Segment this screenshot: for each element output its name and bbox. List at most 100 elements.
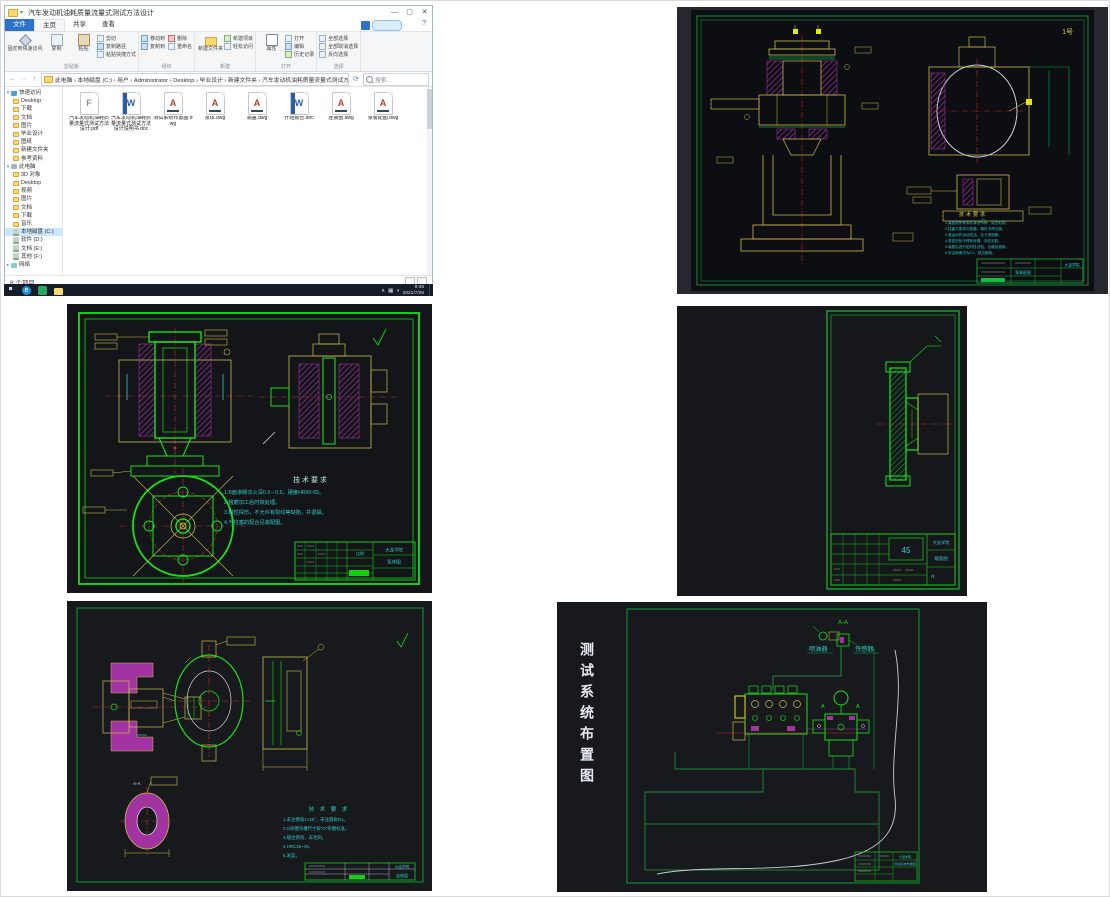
file-item[interactable]: A 连接盘.dwg [321,92,361,122]
open-button[interactable]: 打开 [285,35,314,42]
scrollbar-thumb[interactable] [427,89,432,129]
start-button[interactable] [9,287,13,291]
sidebar-section-this-pc[interactable]: ▾ 此电脑 [5,163,62,171]
sidebar-item-videos[interactable]: 视频 [5,187,62,195]
assembly-drawing: 1号 技术要求 1.装配前所有零件清洗干净，除去毛刺。 2.柱塞与泵体孔配磨，偶… [691,10,1094,291]
svg-text:2.柱塞与泵体孔配磨，偶件不得互换。: 2.柱塞与泵体孔配磨，偶件不得互换。 [945,226,1006,231]
sidebar-section-network[interactable]: ▸ 网络 [5,261,62,269]
refresh-icon[interactable]: ⟳ [351,75,361,83]
svg-text:4.HRC35~40。: 4.HRC35~40。 [283,844,313,849]
sidebar-item-pictures[interactable]: 图片 [5,122,62,130]
tray-expand-icon[interactable]: ∧ [381,288,385,294]
sidebar-item-pc-downloads[interactable]: 下载 [5,212,62,220]
copy-to-button[interactable]: 复制到 [141,43,165,50]
svg-text:2.O形圈沟槽尺寸按"O"形圈标准。: 2.O形圈沟槽尺寸按"O"形圈标准。 [283,825,349,832]
pin-to-quick-access-button[interactable]: 固定到快速访问 [7,33,43,64]
quick-access-toolbar[interactable]: ▾ [5,8,26,17]
file-item[interactable]: F 汽车发动机油耗质量流量式测试方法设计.pdf [69,92,109,133]
edge-browser-icon[interactable]: e [22,286,31,295]
select-all-button[interactable]: 全部选择 [319,35,358,42]
file-item[interactable]: A 泵体.dwg [195,92,235,122]
tab-home[interactable]: 主页 [34,19,65,31]
back-icon[interactable]: ← [8,76,17,83]
invert-selection-button[interactable]: 反向选择 [319,51,358,58]
cut-icon [97,35,104,42]
flange-drawing: A-A 技 术 要 求 1.未注倒角1×45°，未注圆角R1。 2.O形圈沟槽尺… [76,607,424,883]
sidebar-item-music[interactable]: 音乐 [5,220,62,228]
breadcrumb[interactable]: 此电脑 › 本地磁盘 (C:) › 用户 › Administrator › D… [55,75,348,84]
breadcrumb-folder-icon [44,75,53,83]
sidebar-item-desktop[interactable]: Desktop [5,97,62,105]
sidebar-item-drawings[interactable]: 图纸 [5,138,62,146]
sidebar-item-documents[interactable]: 文档 [5,114,62,122]
new-folder-button[interactable]: 新建文件夹 [197,33,224,64]
select-none-button[interactable]: 全部取消选择 [319,43,358,50]
sidebar-item-drive-e[interactable]: 文档 (E:) [5,245,62,253]
copy-path-button[interactable]: 复制路径 [97,43,136,50]
cut-button[interactable]: 剪切 [97,35,136,42]
close-button[interactable]: ✕ [417,6,432,19]
sidebar-item-new-folder[interactable]: 新建文件夹 [5,146,62,154]
cloud-plugin-button[interactable] [361,20,402,31]
dwg-file-icon: A [163,92,183,115]
vertical-scrollbar[interactable] [427,87,432,275]
tab-file[interactable]: 文件 [5,19,34,31]
volume-icon[interactable]: ◖ [396,288,399,294]
tab-view[interactable]: 查看 [94,19,123,31]
sidebar-item-drive-c[interactable]: 本地磁盘 (C:) [5,228,62,237]
sidebar-item-3d-objects[interactable]: 3D 对象 [5,171,62,179]
sidebar-item-thesis[interactable]: 毕业设计 [5,130,62,138]
wps-app-icon[interactable] [38,286,47,295]
svg-text:1.装配前所有零件清洗干净，除去毛刺。: 1.装配前所有零件清洗干净，除去毛刺。 [945,220,1009,225]
search-input[interactable]: 搜索… [363,72,429,86]
tab-share[interactable]: 共享 [65,19,94,31]
svg-text:连接盘: 连接盘 [396,872,408,878]
pump-tech-requirements: 技 术 要 求 1.B面渗碳淬火深0.3－0.6，硬度HR60-65。 2.粗磨… [224,475,327,526]
file-item[interactable]: W 开题报告.doc [279,92,319,122]
flange-detail-view: A-A [119,776,178,857]
file-item[interactable]: A 测试系统布置图.dwg [153,92,193,127]
file-item[interactable]: A 端盖.dwg [237,92,277,122]
paste-shortcut-button[interactable]: 粘贴快捷方式 [97,51,136,58]
minimize-button[interactable]: — [387,6,402,19]
svg-text:5.装配后进行密封性试验，合格后使用。: 5.装配后进行密封性试验，合格后使用。 [945,244,1009,249]
svg-text:5.发蓝。: 5.发蓝。 [283,852,300,859]
file-item[interactable]: W 汽车发动机油耗质量流量式测试方法设计说明书.doc [111,92,151,133]
easy-access-button[interactable]: 轻松访问 [224,43,253,50]
sidebar-item-drive-d[interactable]: 软件 (D:) [5,236,62,244]
breadcrumb-field[interactable]: 此电脑 › 本地磁盘 (C:) › 用户 › Administrator › D… [41,72,350,86]
properties-button[interactable]: 属性 [258,33,285,64]
copy-to-icon [141,43,149,50]
search-icon [366,75,373,83]
pump-section-view [90,328,253,477]
help-icon[interactable]: ? [422,20,426,27]
maximize-button[interactable]: ▢ [402,6,417,19]
file-item[interactable]: A 泵装配图.dwg [363,92,403,122]
history-button[interactable]: 历史记录 [285,51,314,58]
search-placeholder: 搜索… [375,77,393,84]
sidebar-item-pc-desktop[interactable]: Desktop [5,179,62,187]
svg-text:端盖图: 端盖图 [934,555,948,562]
sidebar-section-quick-access[interactable]: ▾ 快速访问 [5,89,62,97]
network-icon[interactable]: ▦ [388,288,393,294]
freeform-boundary-curve [656,649,899,875]
copy-button[interactable]: 复制 [43,33,70,64]
taskbar-clock[interactable]: 9:46 2021/7/26 [403,285,424,295]
forward-icon[interactable]: → [19,76,28,83]
sidebar-item-references[interactable]: 参考资料 [5,155,62,163]
sidebar-item-pc-documents[interactable]: 文档 [5,204,62,212]
file-explorer-taskbar-icon[interactable] [53,287,64,296]
show-desktop-button[interactable] [429,284,433,296]
rename-button[interactable]: 重命名 [168,43,192,50]
svg-text:4.与柱塞的配合见装配图。: 4.与柱塞的配合见装配图。 [224,518,285,526]
edit-button[interactable]: 编辑 [285,43,314,50]
delete-button[interactable]: 删除 [168,35,192,42]
up-icon[interactable]: ↑ [30,76,39,83]
move-to-button[interactable]: 移动到 [141,35,165,42]
new-item-button[interactable]: 新建项目 [224,35,253,42]
sidebar-item-downloads[interactable]: 下载 [5,105,62,113]
paste-button[interactable]: 粘贴 [70,33,97,64]
qat-dropdown-icon[interactable]: ▾ [20,9,23,16]
sidebar-item-drive-f[interactable]: 其他 (F:) [5,253,62,261]
sidebar-item-pc-pictures[interactable]: 图片 [5,195,62,203]
